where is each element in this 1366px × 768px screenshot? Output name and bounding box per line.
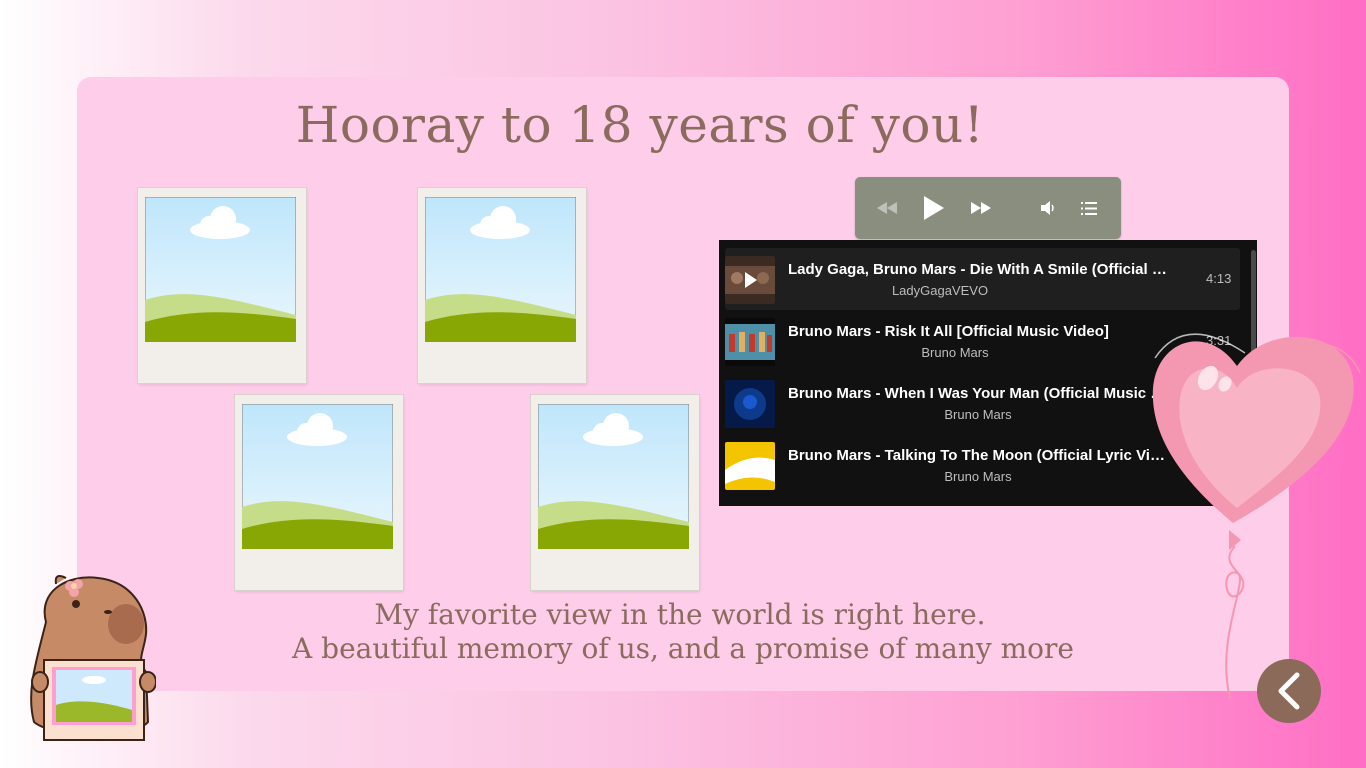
photo-frame-3[interactable] — [235, 395, 403, 590]
landscape-placeholder-icon — [145, 197, 296, 342]
caption-line-1: My favorite view in the world is right h… — [374, 598, 986, 631]
photo-frame-1[interactable] — [138, 188, 306, 383]
video-thumbnail — [725, 318, 775, 366]
track-artist: LadyGagaVEVO — [891, 283, 989, 298]
landscape-placeholder-icon — [425, 197, 576, 342]
track-title: Bruno Mars - Risk It All [Official Music… — [788, 323, 1109, 340]
track-artist: Bruno Mars — [921, 345, 989, 360]
playlist-icon[interactable] — [1077, 196, 1101, 220]
page-title: Hooray to 18 years of you! — [295, 96, 985, 154]
volume-icon[interactable] — [1037, 196, 1059, 220]
track-title: Bruno Mars - Talking To The Moon (Offici… — [788, 447, 1168, 464]
music-player-controls — [855, 177, 1121, 239]
play-icon[interactable] — [919, 194, 949, 222]
playlist-item[interactable]: Lady Gaga, Bruno Mars - Die With A Smile… — [725, 248, 1240, 310]
chevron-left-icon — [1278, 672, 1300, 710]
track-title: Lady Gaga, Bruno Mars - Die With A Smile… — [788, 261, 1168, 278]
landscape-placeholder-icon — [538, 404, 689, 549]
photo-frame-4[interactable] — [531, 395, 699, 590]
back-button[interactable] — [1257, 659, 1321, 723]
track-duration: 4:13 — [1206, 271, 1232, 286]
track-artist: Bruno Mars — [944, 469, 1012, 484]
video-thumbnail — [725, 380, 775, 428]
landscape-placeholder-icon — [242, 404, 393, 549]
track-title: Bruno Mars - When I Was Your Man (Offici… — [788, 385, 1168, 402]
caption-line-2: A beautiful memory of us, and a promise … — [292, 632, 1074, 665]
photo-frame-2[interactable] — [418, 188, 586, 383]
video-thumbnail — [725, 442, 775, 490]
capybara-with-photo-icon — [30, 575, 156, 741]
track-artist: Bruno Mars — [944, 407, 1012, 422]
video-thumbnail — [725, 256, 775, 304]
fast-forward-icon[interactable] — [967, 196, 995, 220]
rewind-icon[interactable] — [873, 196, 901, 220]
